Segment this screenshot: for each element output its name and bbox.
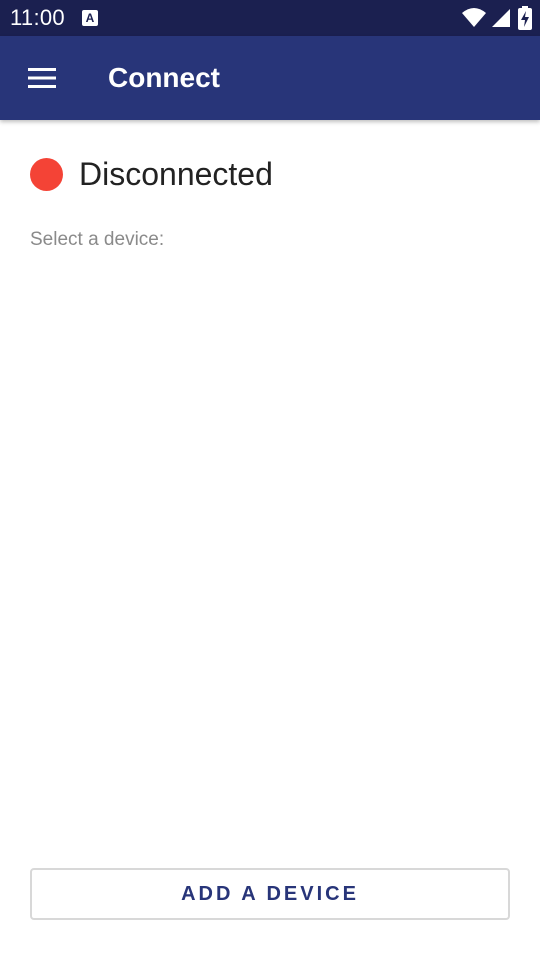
status-indicator-dot bbox=[30, 157, 63, 191]
page-title: Connect bbox=[108, 62, 220, 93]
add-device-button[interactable]: ADD A DEVICE bbox=[30, 868, 510, 920]
notification-icon: A bbox=[82, 10, 98, 26]
device-list bbox=[30, 262, 510, 842]
battery-charging-icon bbox=[518, 6, 532, 30]
cell-signal-icon bbox=[492, 9, 510, 27]
status-icons bbox=[462, 6, 532, 30]
hamburger-menu-icon bbox=[28, 68, 56, 88]
connection-status: Disconnected bbox=[30, 154, 273, 194]
status-bar: 11:00 A bbox=[0, 0, 540, 36]
select-device-label: Select a device: bbox=[30, 229, 165, 250]
wifi-icon bbox=[462, 8, 486, 27]
status-time: 11:00 bbox=[10, 5, 65, 30]
app-bar: Connect bbox=[0, 36, 540, 120]
menu-button[interactable] bbox=[16, 56, 68, 100]
connection-status-text: Disconnected bbox=[79, 156, 273, 192]
